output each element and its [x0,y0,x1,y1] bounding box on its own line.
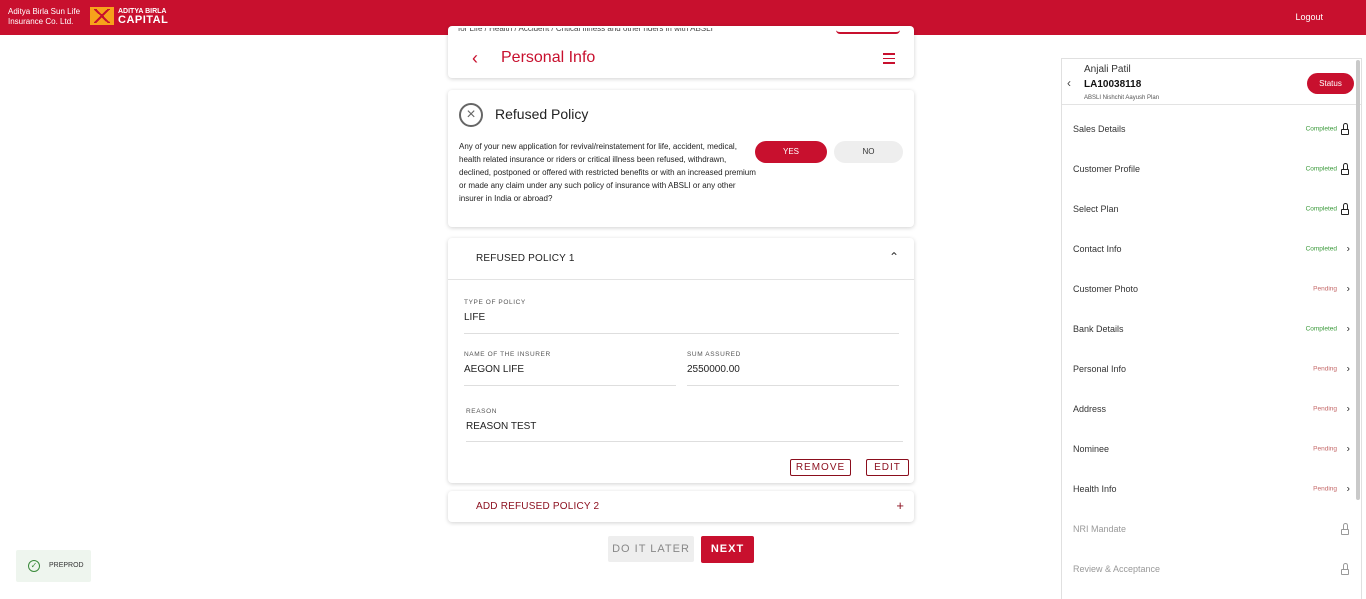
environment-label: PREPROD [49,562,84,569]
brand-line-2: Insurance Co. Ltd. [8,17,74,26]
sidebar-item-label: Nominee [1073,444,1110,454]
sidebar-item-label: Select Plan [1073,204,1119,214]
chevron-right-icon[interactable]: › [1347,404,1350,415]
logo-mark-icon [90,7,114,25]
lock-icon [1340,203,1350,215]
sidebar-item-contact-info[interactable]: Contact Info Completed › [1062,225,1352,265]
sidebar-item-status: Pending [1313,485,1337,493]
sum-assured-value[interactable]: 2550000.00 [687,364,740,375]
do-it-later-button[interactable]: DO IT LATER [608,536,694,562]
chevron-right-icon[interactable]: › [1347,484,1350,495]
sidebar-item-status: Pending [1313,405,1337,413]
sidebar-item-personal-info[interactable]: Personal Info Pending › [1062,345,1352,385]
sidebar-item-status: Pending [1313,445,1337,453]
no-button[interactable]: NO [834,141,903,163]
reason-value[interactable]: REASON TEST [466,421,536,432]
status-button[interactable]: Status [1307,73,1354,94]
sidebar-item-label: Contact Info [1073,244,1122,254]
sidebar-item-label: NRI Mandate [1073,524,1127,534]
type-of-policy-label: TYPE OF POLICY [464,299,526,306]
lock-icon [1340,563,1350,575]
refused-policy-question: Any of your new application for revival/… [459,142,756,203]
sidebar-item-status: Completed [1305,125,1337,133]
absli-logo: Aditya Birla Sun Life Insurance Co. Ltd. [8,7,83,27]
reason-label: REASON [466,408,498,415]
sidebar-item-label: Bank Details [1073,324,1124,334]
sidebar-item-sales-details[interactable]: Sales Details Completed [1062,105,1352,145]
sidebar-item-health-info[interactable]: Health Info Pending › [1062,465,1352,505]
sidebar-item-status: Completed [1305,325,1337,333]
previous-section-button[interactable] [836,26,900,34]
sidebar-item-status: Pending [1313,285,1337,293]
sidebar-item-label: Customer Profile [1073,164,1141,174]
sidebar-scrollbar[interactable] [1356,60,1360,500]
chevron-right-icon[interactable]: › [1347,244,1350,255]
sidebar-item-status: Pending [1313,365,1337,373]
type-of-policy-underline [464,333,899,334]
sidebar-item-status: Completed [1305,165,1337,173]
sidebar-item-label: Sales Details [1073,124,1126,134]
plan-name: ABSLI Nishchit Aayush Plan [1084,95,1160,101]
sidebar-item-nominee[interactable]: Nominee Pending › [1062,425,1352,465]
sidebar-item-label: Health Info [1073,484,1117,494]
chevron-right-icon[interactable]: › [1347,364,1350,375]
sidebar-item-review-and-acceptance: Review & Acceptance [1062,545,1352,585]
next-button[interactable]: NEXT [701,536,754,563]
aditya-birla-capital-logo: ADITYA BIRLA CAPITAL [90,7,169,26]
chevron-left-icon[interactable]: ‹ [1067,76,1071,90]
logo-big-text: CAPITAL [118,14,169,26]
application-id: LA10038118 [1084,79,1142,90]
back-icon[interactable]: ‹ [472,49,478,67]
type-of-policy-value[interactable]: LIFE [464,312,485,323]
logout-link[interactable]: Logout [1295,12,1323,22]
insurer-name-label: NAME OF THE INSURER [464,351,551,358]
sidebar-item-nri-mandate: NRI Mandate [1062,505,1352,545]
chevron-right-icon[interactable]: › [1347,444,1350,455]
sidebar-item-customer-photo[interactable]: Customer Photo Pending › [1062,265,1352,305]
previous-section-text: for Life / Health / Accident / Critical … [458,28,713,33]
yes-button[interactable]: YES [755,141,827,163]
customer-name: Anjali Patil [1084,64,1131,75]
insurer-name-underline [464,385,676,386]
environment-badge: ✓ PREPROD [16,550,91,582]
insurer-name-value[interactable]: AEGON LIFE [464,364,524,375]
menu-icon[interactable] [883,53,895,67]
edit-button[interactable]: EDIT [866,459,909,476]
sum-assured-label: SUM ASSURED [687,351,741,358]
sidebar-item-label: Personal Info [1073,364,1127,374]
chevron-right-icon[interactable]: › [1347,324,1350,335]
sidebar-item-select-plan[interactable]: Select Plan Completed [1062,185,1352,225]
check-circle-icon: ✓ [28,560,40,572]
sidebar-item-label: Customer Photo [1073,284,1139,294]
chevron-right-icon[interactable]: › [1347,284,1350,295]
brand-line-1: Aditya Birla Sun Life [8,7,81,16]
sidebar-item-customer-profile[interactable]: Customer Profile Completed [1062,145,1352,185]
progress-sidebar: ‹ Anjali Patil LA10038118 ABSLI Nishchit… [1061,58,1362,599]
lock-icon [1340,163,1350,175]
add-refused-policy-label: ADD REFUSED POLICY 2 [476,501,600,512]
refused-policy-1-header[interactable]: REFUSED POLICY 1 ⌃ [448,238,914,280]
sidebar-header: ‹ Anjali Patil LA10038118 ABSLI Nishchit… [1062,59,1361,105]
close-circle-icon: × [459,103,483,127]
sidebar-item-status: Completed [1305,245,1337,253]
refused-policy-1-title: REFUSED POLICY 1 [476,253,575,264]
page-title: Personal Info [501,49,596,66]
section-header-card: for Life / Health / Accident / Critical … [448,26,914,78]
refused-policy-card: × Refused Policy Any of your new applica… [448,90,914,227]
add-refused-policy-button[interactable]: ADD REFUSED POLICY 2 + [448,491,914,522]
remove-button[interactable]: REMOVE [790,459,851,476]
refused-policy-title: Refused Policy [495,106,589,122]
chevron-up-icon[interactable]: ⌃ [889,250,899,264]
lock-icon [1340,123,1350,135]
plus-icon[interactable]: + [896,498,904,513]
sidebar-item-label: Review & Acceptance [1073,564,1161,574]
sidebar-item-address[interactable]: Address Pending › [1062,385,1352,425]
refused-policy-1-card: REFUSED POLICY 1 ⌃ TYPE OF POLICY LIFE N… [448,238,914,483]
sidebar-item-status: Completed [1305,205,1337,213]
sidebar-item-label: Address [1073,404,1107,414]
sidebar-item-bank-details[interactable]: Bank Details Completed › [1062,305,1352,345]
sum-assured-underline [687,385,899,386]
reason-underline [466,441,903,442]
lock-icon [1340,523,1350,535]
